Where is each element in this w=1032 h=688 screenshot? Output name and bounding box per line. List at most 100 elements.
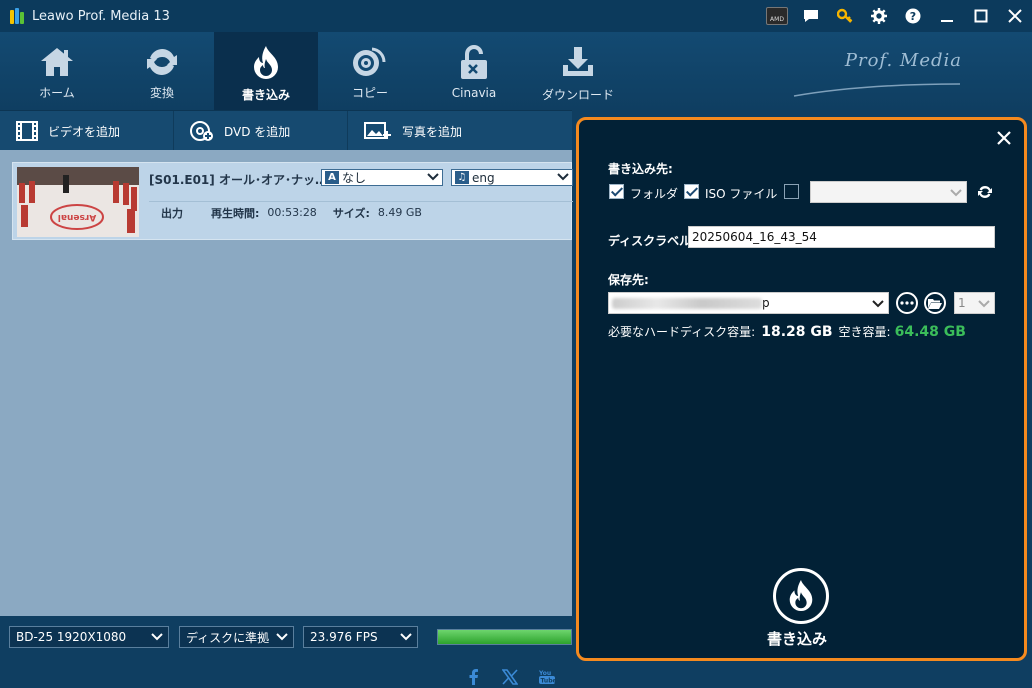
- add-photo-label: 写真を追加: [402, 124, 463, 139]
- facebook-icon[interactable]: [464, 668, 484, 686]
- fps-value: 23.976 FPS: [310, 630, 378, 644]
- title-tools: AMD ?: [760, 0, 1032, 32]
- chevron-down-icon: [557, 173, 569, 181]
- chevron-down-icon: [872, 300, 884, 308]
- iso-file-checkbox[interactable]: [684, 184, 699, 199]
- required-space-label: 必要なハードディスク容量:: [608, 325, 756, 339]
- gear-icon[interactable]: [862, 0, 896, 32]
- disc-label-input[interactable]: 20250604_16_43_54: [688, 226, 995, 248]
- disc-label-label: ディスクラベル:: [608, 234, 696, 248]
- add-video-button[interactable]: ビデオを追加: [0, 111, 174, 151]
- folder-checkbox[interactable]: [609, 184, 624, 199]
- svg-text:?: ?: [910, 10, 916, 23]
- photo-add-icon: [364, 122, 391, 139]
- disc-usage-fill: [438, 630, 571, 644]
- audio-select[interactable]: ♫ eng: [451, 169, 573, 186]
- add-photo-button[interactable]: 写真を追加: [348, 111, 572, 151]
- folder-open-icon: [928, 298, 942, 309]
- film-icon: [16, 121, 38, 141]
- open-folder-button[interactable]: [924, 292, 946, 314]
- burn-target-label: 書き込み先:: [608, 162, 673, 176]
- dvd-add-icon: [190, 121, 213, 141]
- subtitle-select[interactable]: A なし: [321, 169, 443, 186]
- disc-type-select[interactable]: BD-25 1920X1080: [9, 626, 169, 648]
- add-video-label: ビデオを追加: [48, 124, 121, 139]
- save-path-suffix: p: [762, 296, 770, 310]
- drive-checkbox[interactable]: [784, 184, 799, 199]
- help-icon[interactable]: ?: [896, 0, 930, 32]
- nav-label: 書き込み: [241, 88, 290, 102]
- more-dots-icon: [900, 301, 914, 305]
- minimize-icon[interactable]: [930, 0, 964, 32]
- fps-select[interactable]: 23.976 FPS: [303, 626, 418, 648]
- chevron-down-icon: [950, 189, 962, 197]
- nav-copy[interactable]: コピー: [318, 32, 422, 110]
- file-meta: 出力 再生時間: 00:53:28 サイズ: 8.49 GB: [149, 201, 573, 223]
- disc-usage-bar: [437, 629, 572, 645]
- copies-select[interactable]: 1: [954, 292, 995, 314]
- free-space-label: 空き容量:: [838, 325, 891, 339]
- aspect-value: ディスクに準拠: [186, 630, 270, 645]
- x-twitter-icon[interactable]: [500, 668, 520, 686]
- nav-label: 変換: [149, 86, 174, 100]
- svg-text:You: You: [538, 670, 551, 677]
- required-space-value: 18.28 GB: [761, 324, 833, 340]
- file-row[interactable]: Arsenal [S01.E01] オール･オア･ナッ… A なし ♫ eng …: [12, 162, 573, 240]
- duration-value: 00:53:28: [267, 206, 317, 219]
- burn-settings-panel: 書き込み先: フォルダ ISO ファイル ディスクラベル: 20250604_1…: [576, 117, 1027, 661]
- add-dvd-button[interactable]: DVD を追加: [174, 111, 348, 151]
- music-note-icon: ♫: [455, 171, 469, 184]
- close-panel-icon[interactable]: [996, 130, 1012, 146]
- refresh-drives-icon[interactable]: [977, 184, 993, 200]
- nav-download[interactable]: ダウンロード: [526, 32, 630, 110]
- app-logo-icon: [10, 8, 26, 24]
- chevron-down-icon: [151, 633, 163, 641]
- file-title: [S01.E01] オール･オア･ナッ…: [149, 173, 327, 187]
- iso-file-label: ISO ファイル: [705, 187, 778, 201]
- burn-button-label[interactable]: 書き込み: [767, 628, 827, 649]
- maximize-icon[interactable]: [964, 0, 998, 32]
- save-location-label: 保存先:: [608, 273, 649, 287]
- chevron-down-icon: [276, 633, 288, 641]
- aspect-select[interactable]: ディスクに準拠: [179, 626, 294, 648]
- home-icon: [41, 48, 73, 76]
- duration-label: 再生時間:: [211, 206, 260, 220]
- chevron-down-icon: [427, 173, 439, 181]
- output-label: 出力: [161, 206, 183, 220]
- size-label: サイズ:: [332, 206, 370, 220]
- chevron-down-icon: [400, 633, 412, 641]
- free-space-value: 64.48 GB: [894, 324, 966, 340]
- save-path-redacted: [612, 297, 762, 309]
- flame-icon: [789, 580, 813, 612]
- amd-badge: AMD: [760, 0, 794, 32]
- drive-select[interactable]: [810, 181, 967, 203]
- audio-value: eng: [472, 170, 495, 185]
- flame-icon: [254, 46, 278, 79]
- svg-text:Arsenal: Arsenal: [58, 212, 96, 222]
- subtitle-icon: A: [325, 171, 339, 184]
- feedback-icon[interactable]: [794, 0, 828, 32]
- close-window-icon[interactable]: [998, 0, 1032, 32]
- nav-label: コピー: [351, 86, 388, 100]
- svg-text:Tube: Tube: [541, 678, 557, 685]
- youtube-icon[interactable]: You Tube: [537, 668, 557, 686]
- nav-cinavia[interactable]: Cinavia: [422, 32, 526, 110]
- nav-burn[interactable]: 書き込み: [214, 32, 318, 110]
- disc-label-value: 20250604_16_43_54: [692, 230, 817, 244]
- download-icon: [563, 47, 593, 76]
- disk-space-info: 必要なハードディスク容量: 18.28 GB 空き容量: 64.48 GB: [608, 323, 966, 340]
- nav-label: Cinavia: [451, 86, 497, 100]
- key-icon[interactable]: [828, 0, 862, 32]
- video-thumbnail[interactable]: Arsenal: [17, 167, 139, 237]
- refresh-icon: [147, 49, 177, 75]
- folder-label: フォルダ: [630, 187, 679, 201]
- nav-home[interactable]: ホーム: [5, 32, 109, 110]
- size-value: 8.49 GB: [377, 206, 422, 219]
- burn-button[interactable]: [773, 568, 829, 624]
- save-path-select[interactable]: p: [608, 292, 889, 314]
- brand-logo: Prof. Media: [844, 50, 962, 71]
- chevron-down-icon: [978, 300, 990, 308]
- subtitle-value: なし: [342, 171, 367, 185]
- nav-convert[interactable]: 変換: [110, 32, 214, 110]
- browse-button[interactable]: [896, 292, 918, 314]
